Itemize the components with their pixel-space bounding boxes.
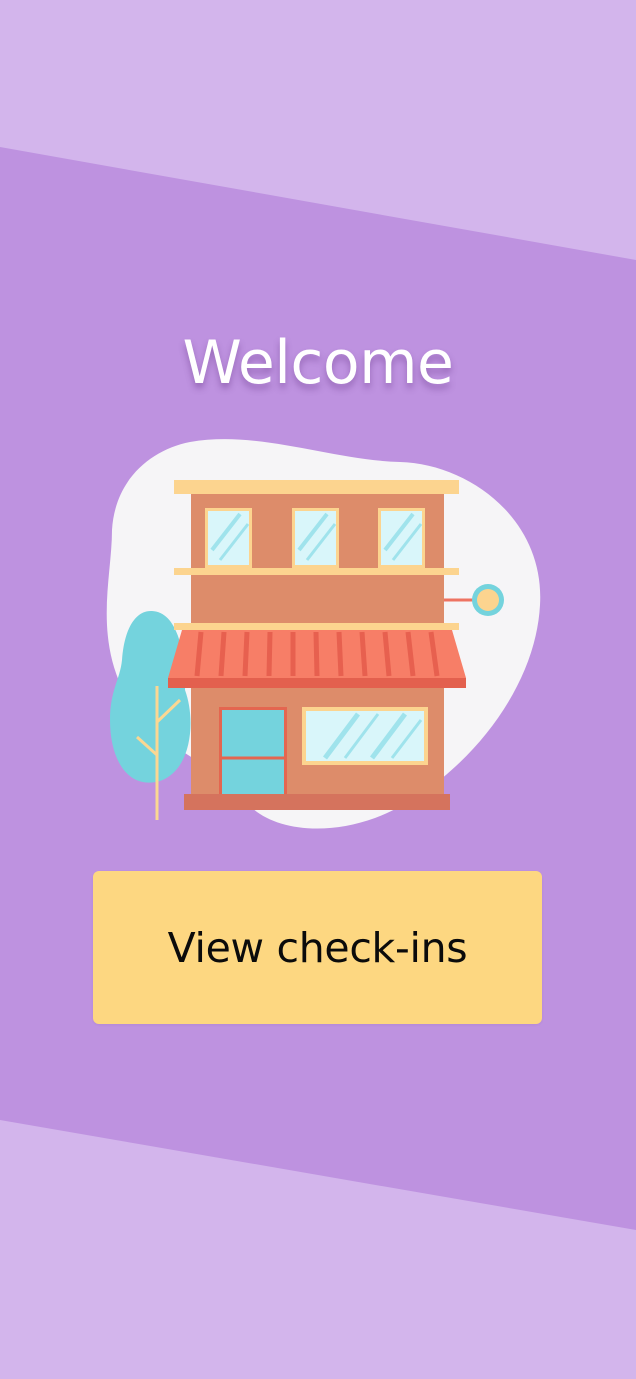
view-checkins-button-label: View check-ins <box>167 923 468 972</box>
view-checkins-button[interactable]: View check-ins <box>93 871 542 1024</box>
shop-window <box>302 707 428 765</box>
awning <box>168 630 466 688</box>
upper-windows <box>205 508 425 568</box>
storefront-illustration-icon <box>106 439 541 829</box>
